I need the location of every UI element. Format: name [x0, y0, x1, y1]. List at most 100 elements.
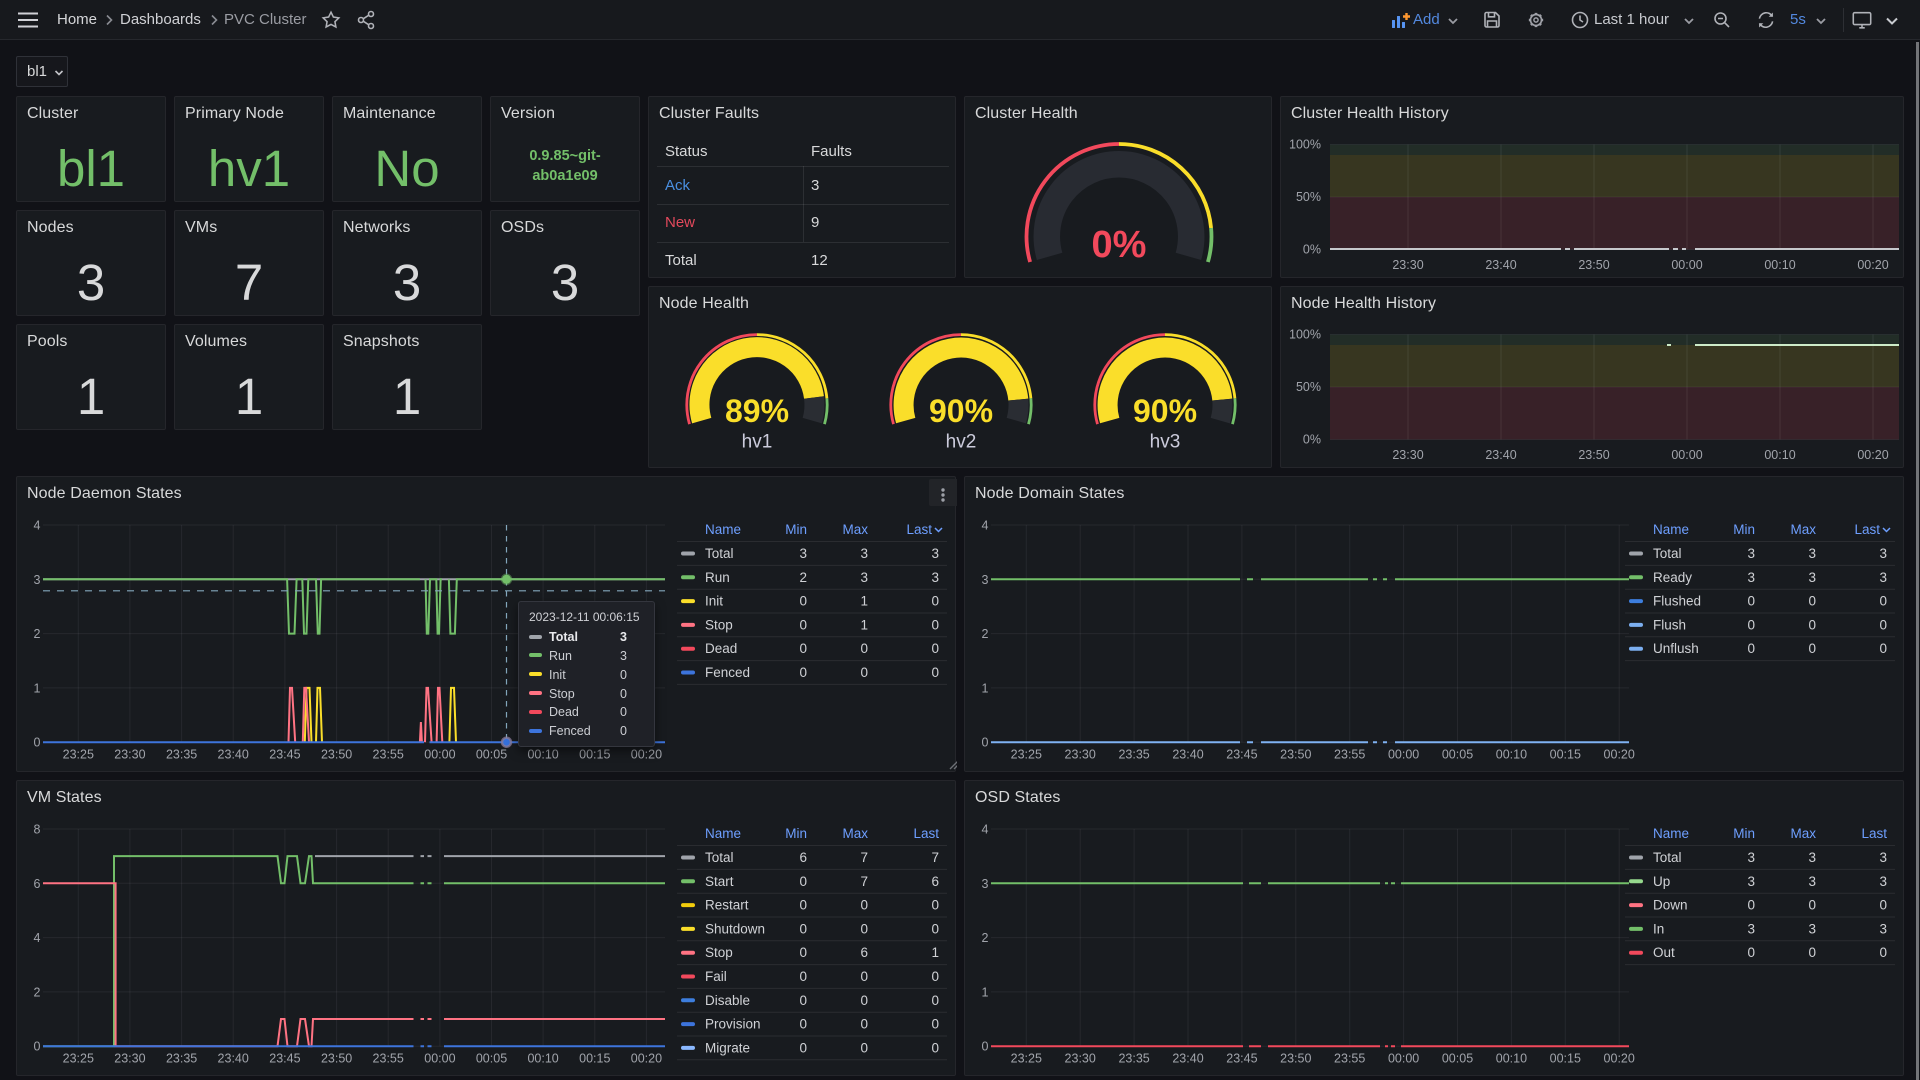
svg-text:3: 3: [1747, 850, 1755, 865]
svg-text:0: 0: [860, 641, 868, 656]
svg-text:2: 2: [799, 570, 807, 585]
svg-text:hv1: hv1: [742, 432, 773, 453]
svg-text:0: 0: [1808, 945, 1816, 960]
svg-text:0: 0: [1747, 641, 1755, 656]
svg-text:23:50: 23:50: [321, 748, 352, 762]
svg-text:0: 0: [1808, 898, 1816, 913]
svg-text:hv2: hv2: [946, 432, 977, 453]
svg-text:00:00: 00:00: [1388, 1052, 1419, 1066]
svg-text:Run: Run: [705, 570, 730, 585]
svg-text:00:00: 00:00: [424, 1052, 455, 1066]
svg-text:Min: Min: [785, 826, 807, 841]
svg-text:Name: Name: [705, 522, 741, 537]
svg-text:90%: 90%: [929, 393, 993, 429]
svg-text:Total: Total: [705, 850, 734, 865]
svg-text:3: 3: [1879, 874, 1887, 889]
svg-text:23:45: 23:45: [1226, 1052, 1257, 1066]
svg-text:3: 3: [1808, 850, 1816, 865]
svg-text:0: 0: [799, 993, 807, 1008]
svg-text:Start: Start: [705, 874, 734, 889]
svg-text:6: 6: [34, 877, 41, 891]
svg-text:0: 0: [799, 641, 807, 656]
svg-text:0: 0: [1879, 945, 1887, 960]
svg-text:23:50: 23:50: [1578, 258, 1609, 272]
svg-text:3: 3: [982, 573, 989, 587]
svg-text:Name: Name: [705, 826, 741, 841]
svg-text:0: 0: [860, 969, 868, 984]
svg-text:0: 0: [931, 921, 939, 936]
svg-text:23:30: 23:30: [1392, 448, 1423, 462]
svg-text:3: 3: [1879, 546, 1887, 561]
svg-text:Max: Max: [842, 522, 868, 537]
svg-text:Max: Max: [1790, 826, 1816, 841]
svg-text:23:30: 23:30: [1065, 1052, 1096, 1066]
svg-text:0: 0: [931, 898, 939, 913]
svg-text:0: 0: [931, 969, 939, 984]
svg-text:23:30: 23:30: [114, 1052, 145, 1066]
svg-text:Stop: Stop: [705, 617, 733, 632]
svg-text:23:40: 23:40: [218, 1052, 249, 1066]
svg-text:3: 3: [860, 546, 868, 561]
svg-text:23:40: 23:40: [1172, 1052, 1203, 1066]
svg-text:0: 0: [931, 594, 939, 609]
svg-text:0: 0: [1879, 641, 1887, 656]
svg-text:4: 4: [34, 931, 41, 945]
svg-text:100%: 100%: [1289, 328, 1321, 342]
svg-text:0: 0: [1808, 594, 1816, 609]
svg-text:Unflush: Unflush: [1653, 641, 1699, 656]
svg-text:Ready: Ready: [1653, 570, 1692, 585]
svg-text:2: 2: [34, 985, 41, 999]
svg-text:0: 0: [799, 1040, 807, 1055]
svg-text:23:50: 23:50: [1280, 1052, 1311, 1066]
svg-text:3: 3: [1747, 874, 1755, 889]
svg-text:23:30: 23:30: [1065, 748, 1096, 762]
svg-text:0: 0: [860, 898, 868, 913]
svg-text:4: 4: [982, 823, 989, 837]
svg-text:00:00: 00:00: [1671, 448, 1702, 462]
svg-text:3: 3: [1879, 921, 1887, 936]
svg-text:0: 0: [799, 921, 807, 936]
svg-text:0: 0: [860, 921, 868, 936]
svg-text:3: 3: [931, 570, 939, 585]
svg-text:0: 0: [931, 665, 939, 680]
svg-text:23:25: 23:25: [63, 748, 94, 762]
svg-text:3: 3: [1747, 921, 1755, 936]
svg-text:23:55: 23:55: [1334, 1052, 1365, 1066]
svg-text:Min: Min: [1733, 826, 1755, 841]
svg-text:0: 0: [799, 594, 807, 609]
svg-text:23:40: 23:40: [1485, 448, 1516, 462]
svg-text:0: 0: [931, 641, 939, 656]
svg-text:3: 3: [931, 546, 939, 561]
svg-text:50%: 50%: [1296, 380, 1321, 394]
svg-text:23:25: 23:25: [1011, 1052, 1042, 1066]
svg-text:90%: 90%: [1133, 393, 1197, 429]
svg-text:3: 3: [1808, 874, 1816, 889]
svg-text:0%: 0%: [1303, 433, 1321, 447]
svg-text:2: 2: [982, 931, 989, 945]
svg-text:23:35: 23:35: [166, 1052, 197, 1066]
svg-text:00:15: 00:15: [579, 748, 610, 762]
svg-text:Min: Min: [1733, 522, 1755, 537]
svg-text:Max: Max: [842, 826, 868, 841]
svg-text:00:00: 00:00: [424, 748, 455, 762]
svg-text:0: 0: [799, 969, 807, 984]
svg-text:hv3: hv3: [1150, 432, 1181, 453]
svg-text:Dead: Dead: [705, 641, 737, 656]
svg-text:Out: Out: [1653, 945, 1675, 960]
svg-text:3: 3: [1808, 546, 1816, 561]
svg-text:1: 1: [931, 945, 939, 960]
svg-text:7: 7: [860, 850, 868, 865]
svg-text:Name: Name: [1653, 826, 1689, 841]
svg-text:0: 0: [1747, 617, 1755, 632]
svg-text:00:20: 00:20: [1857, 448, 1888, 462]
svg-text:23:35: 23:35: [166, 748, 197, 762]
svg-text:3: 3: [1747, 570, 1755, 585]
svg-text:00:05: 00:05: [1442, 1052, 1473, 1066]
svg-text:23:35: 23:35: [1118, 1052, 1149, 1066]
svg-text:3: 3: [799, 546, 807, 561]
svg-text:00:00: 00:00: [1388, 748, 1419, 762]
svg-text:0: 0: [1808, 617, 1816, 632]
svg-text:0: 0: [982, 736, 989, 750]
svg-text:0: 0: [799, 665, 807, 680]
svg-text:Total: Total: [1653, 850, 1682, 865]
